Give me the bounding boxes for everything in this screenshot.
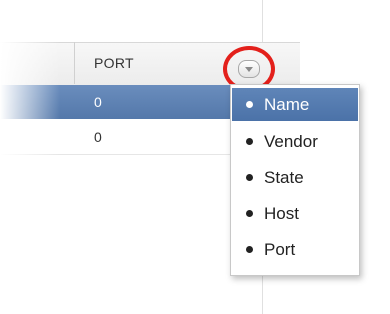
bullet-icon <box>246 246 253 253</box>
column-menu: Name Vendor State Host Port <box>230 84 360 276</box>
header-divider <box>74 42 75 84</box>
menu-item-label: State <box>264 167 304 187</box>
menu-item-port[interactable]: Port <box>232 233 358 266</box>
bullet-icon <box>246 138 253 145</box>
menu-item-label: Vendor <box>264 131 318 151</box>
menu-button-pill[interactable] <box>238 60 260 78</box>
menu-item-label: Port <box>264 239 296 259</box>
menu-item-label: Name <box>264 94 310 114</box>
port-cell: 0 <box>94 129 102 145</box>
port-cell: 0 <box>94 94 102 110</box>
bullet-icon <box>246 210 253 217</box>
bullet-icon <box>246 101 253 108</box>
menu-item-label: Host <box>264 203 299 223</box>
column-header-port[interactable]: PORT <box>94 55 134 71</box>
chevron-down-icon <box>245 66 253 72</box>
bullet-icon <box>246 174 253 181</box>
menu-item-state[interactable]: State <box>232 161 358 194</box>
menu-item-name[interactable]: Name <box>232 88 358 121</box>
menu-item-host[interactable]: Host <box>232 197 358 230</box>
menu-item-vendor[interactable]: Vendor <box>232 125 358 158</box>
